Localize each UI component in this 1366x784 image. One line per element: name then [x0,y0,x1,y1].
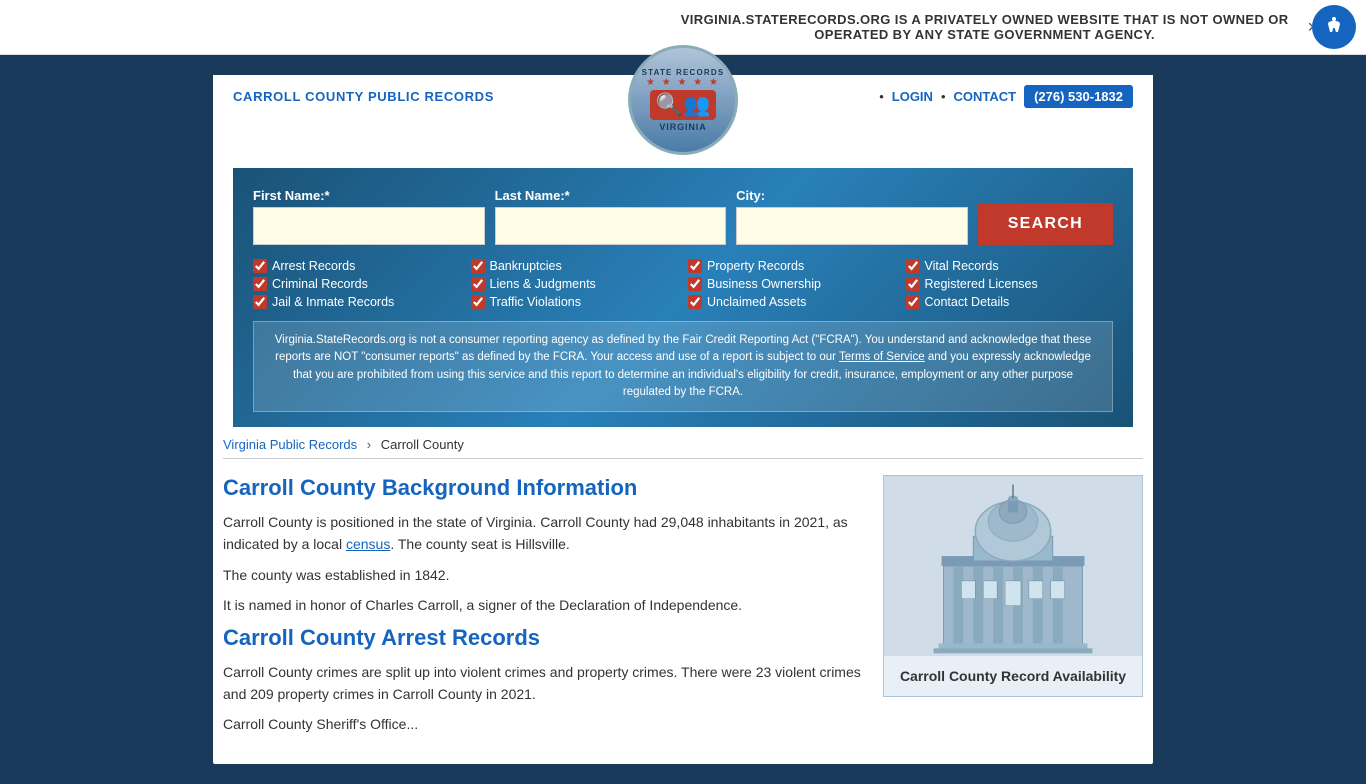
building-illustration [884,476,1142,656]
login-link[interactable]: LOGIN [892,89,933,104]
checkbox-input[interactable] [471,259,485,273]
checkbox-item: Unclaimed Assets [688,295,896,309]
banner-text: VIRGINIA.STATERECORDS.ORG IS A PRIVATELY… [670,12,1300,42]
breadcrumb-current: Carroll County [381,437,464,452]
arrest-text1: Carroll County crimes are split up into … [223,661,863,706]
terms-link[interactable]: Terms of Service [839,351,925,363]
checkbox-input[interactable] [906,295,920,309]
checkbox-input[interactable] [906,277,920,291]
main-card: CARROLL COUNTY PUBLIC RECORDS STATE RECO… [213,75,1153,764]
search-button[interactable]: SEARCH [978,203,1113,245]
checkbox-label: Liens & Judgments [490,277,596,291]
checkbox-label: Registered Licenses [925,277,1038,291]
checkbox-item: Business Ownership [688,277,896,291]
first-name-input[interactable] [253,207,485,245]
checkbox-input[interactable] [471,277,485,291]
main-wrapper: CARROLL COUNTY PUBLIC RECORDS STATE RECO… [203,55,1163,784]
search-fields: First Name:* Last Name:* City: SEARCH [253,188,1113,245]
nav-dot2: • [941,89,946,104]
header-nav: • LOGIN • CONTACT (276) 530-1832 [879,85,1133,108]
checkbox-item: Criminal Records [253,277,461,291]
logo-center: STATE RECORDS ★ ★ ★ ★ ★ 🔍👥 VIRGINIA [628,45,738,155]
header-top: CARROLL COUNTY PUBLIC RECORDS STATE RECO… [233,85,1133,118]
checkboxes-grid: Arrest Records Bankruptcies Property Recor… [253,259,1113,309]
bg-text1-after: . The county seat is Hillsville. [390,536,569,552]
content-sidebar: Carroll County Record Availability [883,475,1143,744]
checkbox-input[interactable] [253,259,267,273]
checkbox-label: Unclaimed Assets [707,295,806,309]
sidebar-card: Carroll County Record Availability [883,475,1143,697]
accessibility-icon [1322,15,1346,39]
last-name-group: Last Name:* [495,188,727,245]
breadcrumb-separator: › [367,437,371,452]
logo-bottom-text: VIRGINIA [659,122,706,132]
checkbox-input[interactable] [253,295,267,309]
breadcrumb-parent-link[interactable]: Virginia Public Records [223,437,357,452]
logo-circle: STATE RECORDS ★ ★ ★ ★ ★ 🔍👥 VIRGINIA [628,45,738,155]
checkbox-input[interactable] [688,295,702,309]
checkbox-input[interactable] [906,259,920,273]
checkbox-label: Arrest Records [272,259,355,273]
checkbox-item: Liens & Judgments [471,277,679,291]
checkbox-item: Vital Records [906,259,1114,273]
checkbox-label: Property Records [707,259,804,273]
bg-text3: It is named in honor of Charles Carroll,… [223,594,863,616]
nav-dot1: • [879,89,884,104]
last-name-label: Last Name:* [495,188,727,203]
content-main: Carroll County Background Information Ca… [223,475,863,744]
checkbox-label: Vital Records [925,259,999,273]
checkbox-item: Property Records [688,259,896,273]
city-group: City: [736,188,968,245]
arrest-text2: Carroll County Sheriff's Office... [223,713,863,735]
checkbox-item: Contact Details [906,295,1114,309]
phone-number[interactable]: (276) 530-1832 [1024,85,1133,108]
city-input[interactable] [736,207,968,245]
checkbox-label: Business Ownership [707,277,821,291]
city-label: City: [736,188,968,203]
checkbox-input[interactable] [688,277,702,291]
sidebar-card-title: Carroll County Record Availability [884,656,1142,696]
sidebar-card-image [884,476,1142,656]
contact-link[interactable]: CONTACT [954,89,1017,104]
census-link[interactable]: census [346,536,390,552]
bg-text1: Carroll County is positioned in the stat… [223,511,863,556]
logo-icons: 🔍👥 [650,90,717,120]
bg-section-title: Carroll County Background Information [223,475,863,501]
checkbox-input[interactable] [471,295,485,309]
checkbox-input[interactable] [688,259,702,273]
logo-top-text: STATE RECORDS [642,68,725,77]
site-title: CARROLL COUNTY PUBLIC RECORDS [233,89,494,104]
disclaimer: Virginia.StateRecords.org is not a consu… [253,321,1113,412]
checkbox-label: Bankruptcies [490,259,562,273]
checkbox-label: Traffic Violations [490,295,581,309]
checkbox-item: Registered Licenses [906,277,1114,291]
breadcrumb-divider [223,458,1143,459]
breadcrumb-area: Virginia Public Records › Carroll County… [213,427,1153,764]
checkbox-label: Criminal Records [272,277,368,291]
checkbox-item: Jail & Inmate Records [253,295,461,309]
breadcrumb: Virginia Public Records › Carroll County [223,427,1143,458]
bg-text2: The county was established in 1842. [223,564,863,586]
checkbox-item: Arrest Records [253,259,461,273]
checkbox-label: Jail & Inmate Records [272,295,394,309]
content-area: Carroll County Background Information Ca… [223,475,1143,764]
arrest-section-title: Carroll County Arrest Records [223,625,863,651]
checkbox-item: Bankruptcies [471,259,679,273]
checkbox-item: Traffic Violations [471,295,679,309]
first-name-label: First Name:* [253,188,485,203]
first-name-group: First Name:* [253,188,485,245]
search-section: First Name:* Last Name:* City: SEARCH [233,168,1133,427]
checkbox-input[interactable] [253,277,267,291]
checkbox-label: Contact Details [925,295,1010,309]
accessibility-button[interactable] [1312,5,1356,49]
last-name-input[interactable] [495,207,727,245]
logo-stars: ★ ★ ★ ★ ★ [646,77,720,88]
header-card: CARROLL COUNTY PUBLIC RECORDS STATE RECO… [213,75,1153,427]
